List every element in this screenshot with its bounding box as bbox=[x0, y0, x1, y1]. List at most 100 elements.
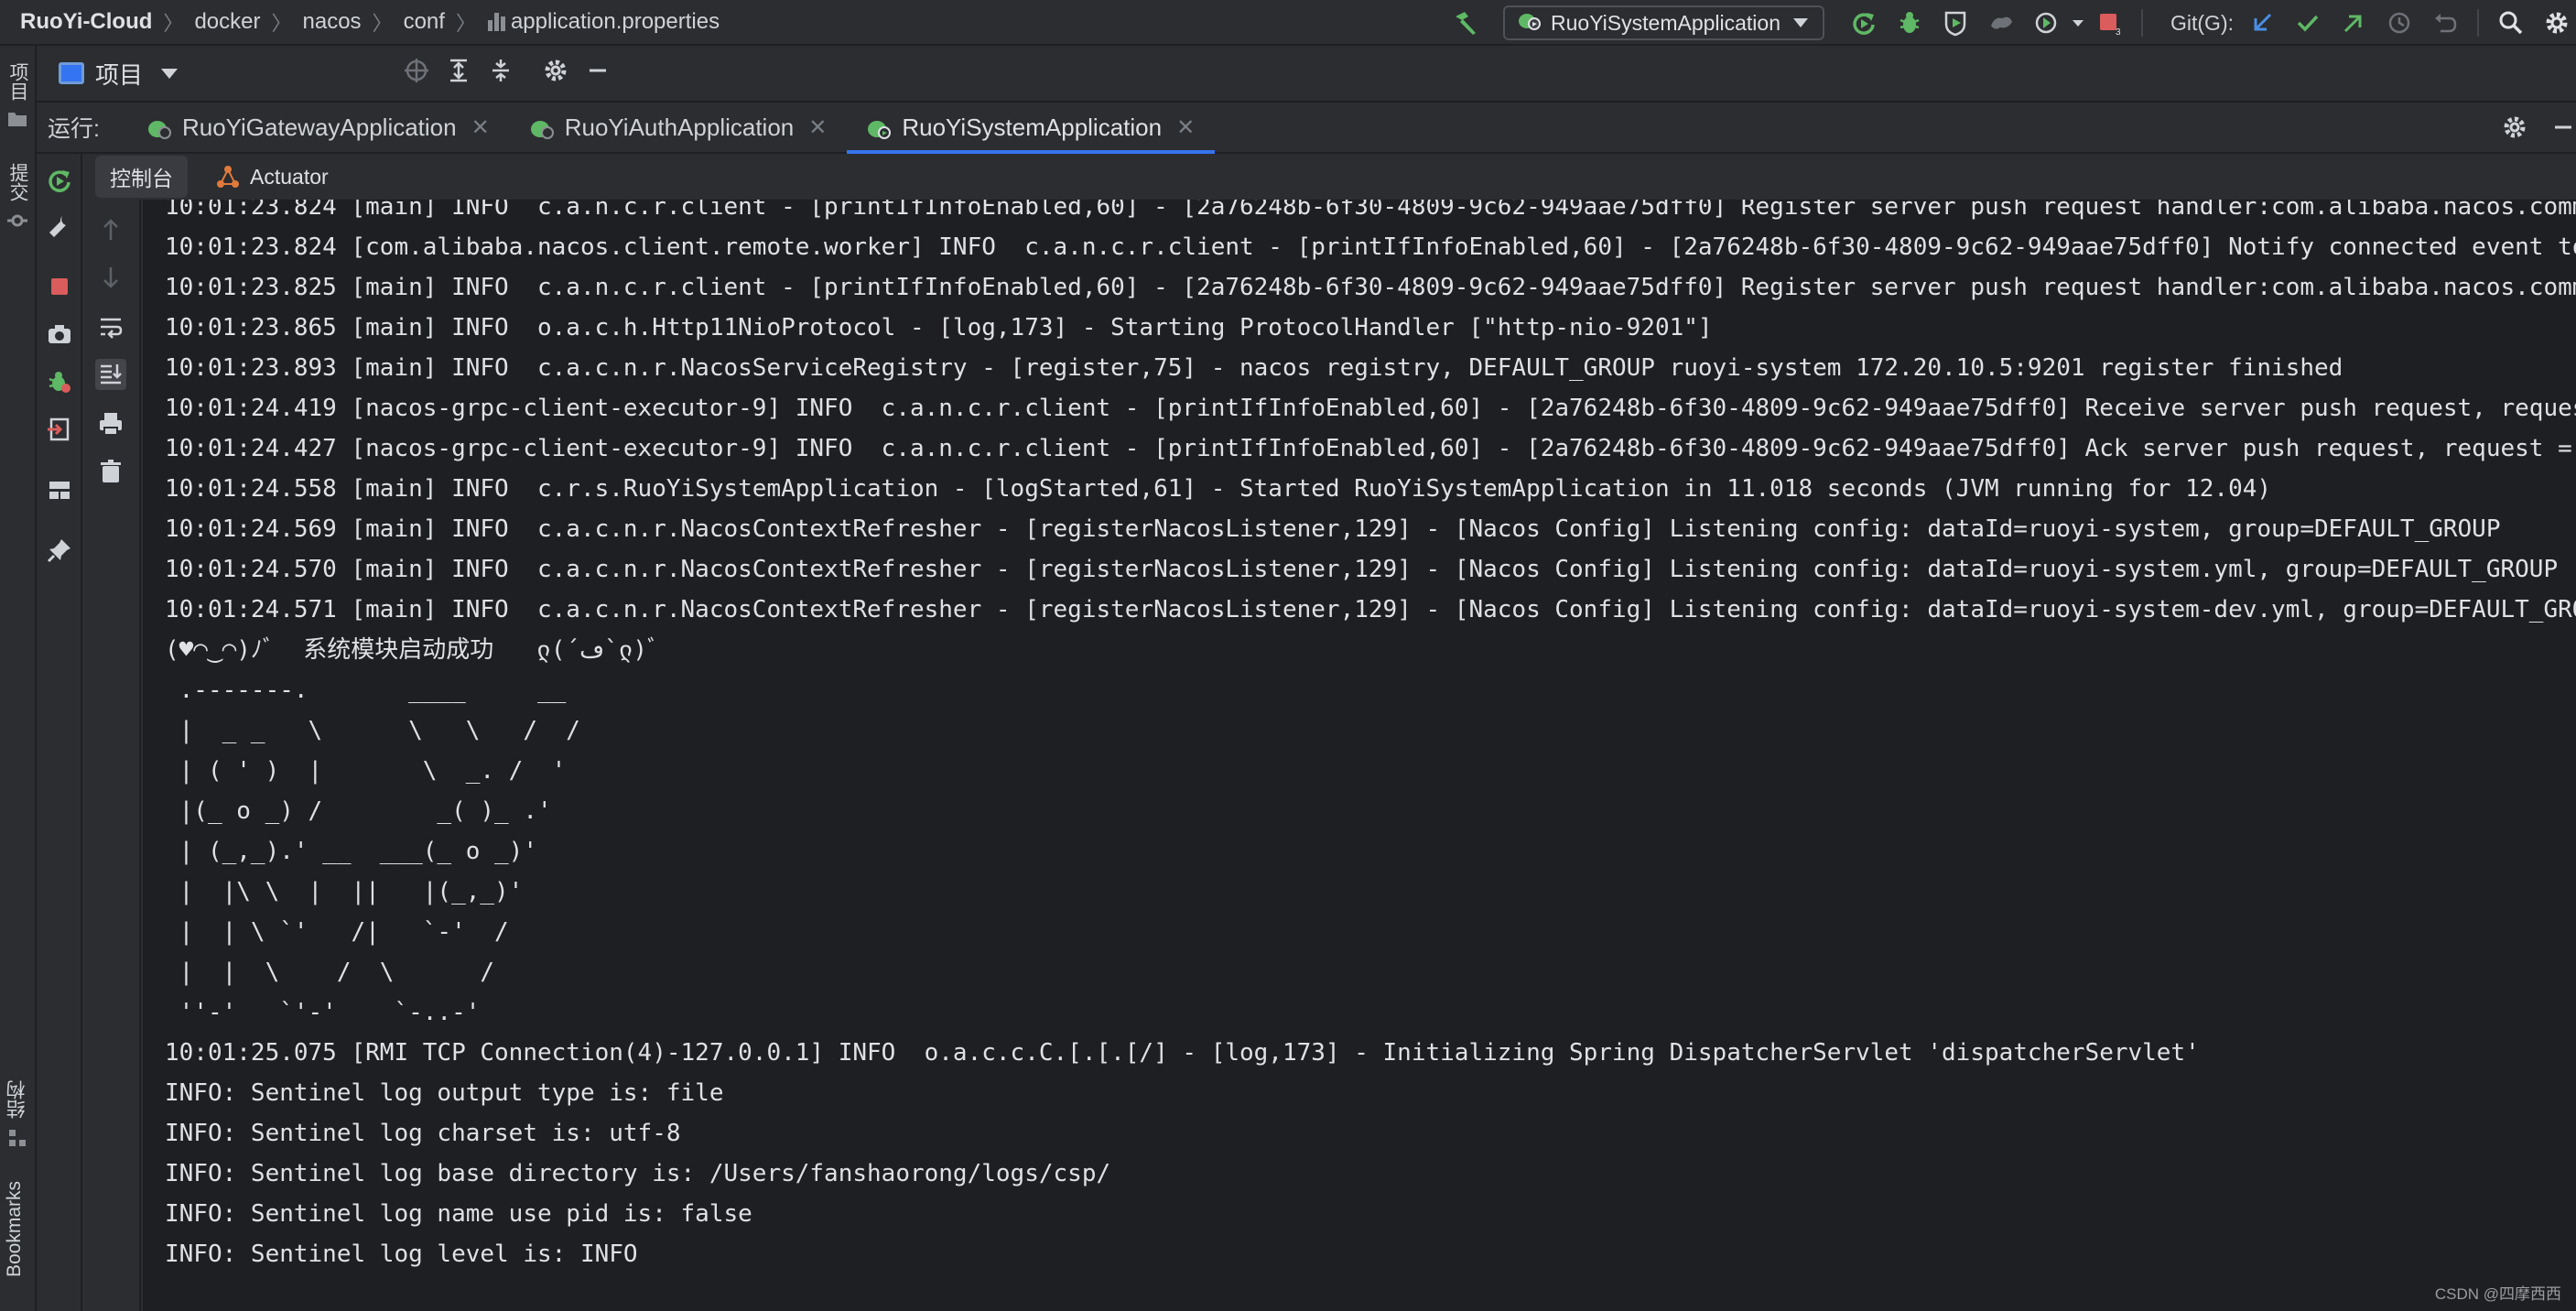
console-output[interactable]: 10:01:23.824 [main] INFO c.a.n.c.r.clien… bbox=[143, 200, 2576, 1311]
commit-tool-label[interactable]: 提交 bbox=[4, 163, 31, 201]
git-update-icon[interactable] bbox=[2246, 7, 2278, 38]
tab-label: Actuator bbox=[250, 164, 329, 189]
console-line: |(_ o _) / _( )_ .' bbox=[165, 797, 552, 825]
debug-bug-icon[interactable] bbox=[44, 366, 75, 397]
collapse-all-icon[interactable] bbox=[485, 55, 516, 86]
actuator-icon bbox=[215, 164, 241, 190]
wrench-icon[interactable] bbox=[44, 211, 75, 242]
search-icon[interactable] bbox=[2495, 7, 2527, 38]
run-configuration-selector[interactable]: RuoYiSystemApplication bbox=[1503, 5, 1824, 40]
build-icon[interactable] bbox=[1450, 7, 1481, 38]
breadcrumb-conf[interactable]: conf bbox=[404, 9, 445, 35]
console-line: 10:01:24.558 [main] INFO c.r.s.RuoYiSyst… bbox=[165, 475, 2272, 503]
rollback-icon[interactable] bbox=[2430, 7, 2461, 38]
chevron-down-icon bbox=[161, 68, 179, 79]
stop-icon[interactable]: 3 bbox=[2094, 7, 2125, 38]
console-line: 10:01:25.075 [RMI TCP Connection(4)-127.… bbox=[165, 1039, 2200, 1067]
breadcrumb-separator: 〉 bbox=[455, 12, 476, 35]
chevron-down-icon[interactable] bbox=[2070, 7, 2086, 38]
close-icon[interactable]: ✕ bbox=[808, 114, 827, 141]
breadcrumb-docker[interactable]: docker bbox=[194, 9, 260, 35]
scroll-to-end-icon[interactable] bbox=[95, 359, 126, 390]
console-line: 10:01:23.824 [main] INFO c.a.n.c.r.clien… bbox=[165, 200, 2576, 221]
svg-text:3: 3 bbox=[2116, 27, 2121, 37]
run-more-icon[interactable] bbox=[2031, 7, 2062, 38]
camera-icon[interactable] bbox=[44, 319, 75, 350]
git-push-icon[interactable] bbox=[2338, 7, 2369, 38]
close-icon[interactable]: ✕ bbox=[1176, 114, 1195, 141]
breadcrumb-project[interactable]: RuoYi-Cloud bbox=[20, 9, 152, 35]
history-icon[interactable] bbox=[2384, 7, 2415, 38]
breadcrumb-separator: 〉 bbox=[372, 12, 393, 35]
soft-wrap-icon[interactable] bbox=[95, 311, 126, 342]
chevron-down-icon bbox=[1793, 18, 1808, 27]
console-line: 10:01:23.893 [main] INFO c.a.c.n.r.Nacos… bbox=[165, 354, 2343, 382]
folder-icon[interactable] bbox=[7, 110, 27, 133]
console-line: INFO: Sentinel log output type is: file bbox=[165, 1079, 724, 1107]
tool-window-strip: 项目 提交 结构 Bookmarks bbox=[0, 46, 37, 1311]
console-line: | (_,_).' __ ___(_ o _)' bbox=[165, 838, 537, 865]
top-navigation-bar: RuoYi-Cloud 〉 docker 〉 nacos 〉 conf 〉 ap… bbox=[0, 0, 2576, 46]
tab-run-gateway[interactable]: RuoYiGatewayApplication ✕ bbox=[127, 102, 510, 153]
tab-run-auth[interactable]: RuoYiAuthApplication ✕ bbox=[510, 102, 848, 153]
rerun-icon[interactable] bbox=[44, 165, 75, 196]
expand-all-icon[interactable] bbox=[443, 55, 474, 86]
project-window-icon bbox=[59, 62, 84, 84]
tab-label: RuoYiAuthApplication bbox=[564, 113, 795, 141]
console-line: 10:01:23.824 [com.alibaba.nacos.client.r… bbox=[165, 233, 2576, 261]
breadcrumb-file[interactable]: application.properties bbox=[511, 9, 720, 35]
spring-boot-icon bbox=[147, 117, 171, 139]
project-title: 项目 bbox=[95, 60, 144, 89]
trash-icon[interactable] bbox=[95, 456, 126, 487]
breadcrumb-nacos[interactable]: nacos bbox=[303, 9, 362, 35]
tab-run-system[interactable]: RuoYiSystemApplication ✕ bbox=[847, 102, 1216, 155]
settings-icon[interactable] bbox=[2541, 7, 2572, 38]
toolbar-separator bbox=[2141, 9, 2143, 37]
console-line: INFO: Sentinel log level is: INFO bbox=[165, 1241, 638, 1268]
commit-icon[interactable] bbox=[7, 211, 27, 235]
spring-boot-running-icon bbox=[867, 117, 892, 139]
close-icon[interactable]: ✕ bbox=[471, 114, 490, 141]
stop-icon[interactable] bbox=[44, 271, 75, 302]
arrow-up-icon[interactable] bbox=[95, 214, 126, 245]
project-view-selector[interactable]: 项目 bbox=[59, 57, 179, 91]
exit-icon[interactable] bbox=[44, 414, 75, 445]
arrow-down-icon[interactable] bbox=[95, 262, 126, 293]
console-actions-column bbox=[82, 200, 141, 1311]
tab-console[interactable]: 控制台 bbox=[95, 156, 188, 198]
project-tools bbox=[395, 55, 619, 86]
properties-file-icon bbox=[487, 11, 505, 33]
console-line: ''-' `'-' `-..-' bbox=[165, 999, 481, 1026]
structure-icon[interactable] bbox=[7, 1128, 27, 1153]
bookmarks-tool-label[interactable]: Bookmarks bbox=[4, 1181, 26, 1277]
coverage-icon[interactable] bbox=[1940, 7, 1971, 38]
console-line: | | \ / \ / bbox=[165, 959, 495, 986]
debug-icon[interactable] bbox=[1894, 7, 1925, 38]
console-line: | |\ \ | || |(_,_)' bbox=[165, 878, 524, 905]
run-config-icon bbox=[1518, 9, 1542, 37]
tab-actuator[interactable]: Actuator bbox=[200, 156, 343, 198]
layout-icon[interactable] bbox=[44, 474, 75, 505]
locate-icon[interactable] bbox=[401, 55, 432, 86]
rerun-icon[interactable] bbox=[1848, 7, 1879, 38]
spring-boot-icon bbox=[530, 117, 554, 139]
pin-icon[interactable] bbox=[44, 535, 75, 566]
console-line: 10:01:23.825 [main] INFO c.a.n.c.r.clien… bbox=[165, 274, 2576, 301]
structure-tool-label[interactable]: 结构 bbox=[4, 1080, 31, 1119]
gear-icon[interactable] bbox=[2499, 112, 2530, 143]
console-log-lines: 10:01:23.824 [main] INFO c.a.n.c.r.clien… bbox=[165, 200, 2576, 1274]
hide-panel-icon[interactable] bbox=[2545, 112, 2576, 143]
gear-icon[interactable] bbox=[540, 55, 571, 86]
breadcrumb-separator: 〉 bbox=[163, 12, 184, 35]
breadcrumb: RuoYi-Cloud 〉 docker 〉 nacos 〉 conf 〉 ap… bbox=[0, 7, 720, 37]
console-line: 10:01:24.569 [main] INFO c.a.c.n.r.Nacos… bbox=[165, 515, 2501, 543]
profiler-icon[interactable] bbox=[1986, 7, 2017, 38]
project-tool-label[interactable]: 项目 bbox=[4, 62, 31, 101]
print-icon[interactable] bbox=[95, 408, 126, 439]
console-line: .-------. ____ __ bbox=[165, 677, 567, 704]
console-line: 10:01:24.570 [main] INFO c.a.c.n.r.Nacos… bbox=[165, 556, 2559, 583]
git-commit-icon[interactable] bbox=[2292, 7, 2323, 38]
hide-panel-icon[interactable] bbox=[582, 55, 613, 86]
console-line: 10:01:23.865 [main] INFO o.a.c.h.Http11N… bbox=[165, 314, 1713, 341]
main-toolbar: RuoYiSystemApplication 3 Git(G): bbox=[1443, 0, 2576, 46]
